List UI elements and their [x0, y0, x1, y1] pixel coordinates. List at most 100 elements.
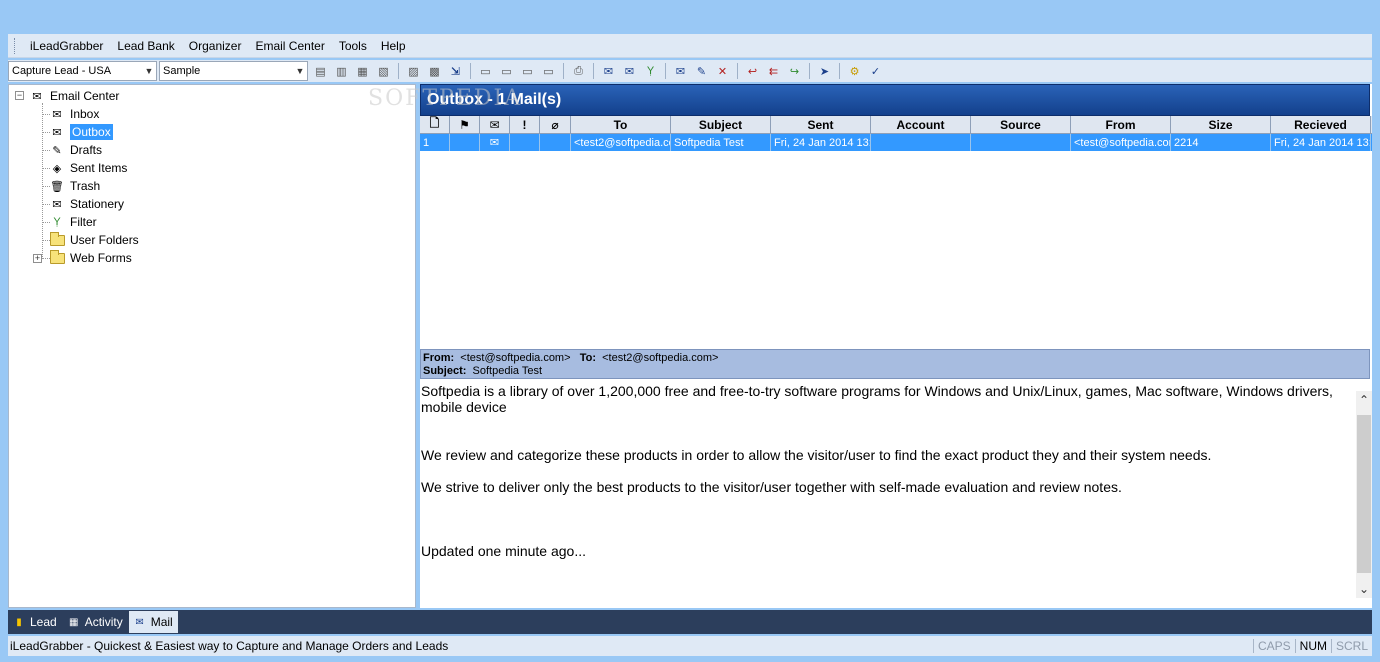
- column-source[interactable]: Source: [971, 116, 1071, 133]
- merge-lead-icon[interactable]: ▩: [424, 61, 445, 81]
- folder-icon: [49, 249, 65, 265]
- to-value: <test2@softpedia.com>: [602, 352, 719, 364]
- tree-item-label: Filter: [70, 215, 97, 229]
- column-sent[interactable]: Sent: [771, 116, 871, 133]
- folder-tree: − ✉ Email Center ✉ Inbox ✉ Outbox ✎ Draf…: [8, 84, 416, 608]
- menu-help[interactable]: Help: [374, 34, 413, 58]
- print-icon[interactable]: ⎙: [568, 61, 589, 81]
- tree-item-trash[interactable]: 🗑 Trash: [49, 177, 100, 195]
- column-account[interactable]: Account: [871, 116, 971, 133]
- spell-check-icon[interactable]: ✓: [865, 61, 886, 81]
- attachment-icon[interactable]: ⌀: [540, 116, 571, 133]
- copy-lead-icon[interactable]: ▨: [403, 61, 424, 81]
- tree-item-drafts[interactable]: ✎ Drafts: [49, 141, 102, 159]
- capture-lead-combo[interactable]: Capture Lead - USA ▼: [8, 61, 157, 81]
- folder-icon: [49, 231, 65, 247]
- reply-icon[interactable]: ↩: [742, 61, 763, 81]
- filter-icon[interactable]: Ỵ: [640, 61, 661, 81]
- toolbar-separator: [563, 63, 564, 79]
- column-to[interactable]: To: [571, 116, 671, 133]
- tab-label: Lead: [30, 615, 57, 629]
- preview-scrollbar[interactable]: ⌃ ⌄: [1356, 391, 1372, 598]
- mail-status-icon: ✉: [480, 134, 510, 151]
- toolbar-separator: [665, 63, 666, 79]
- save-lead-icon[interactable]: ▦: [352, 61, 373, 81]
- new-mail-icon[interactable]: ✉: [670, 61, 691, 81]
- delete-mail-icon[interactable]: ✕: [712, 61, 733, 81]
- column-from[interactable]: From: [1071, 116, 1171, 133]
- chevron-down-icon[interactable]: ▼: [293, 62, 307, 80]
- tree-item-label: Trash: [70, 179, 101, 193]
- tree-root-email-center[interactable]: ✉ Email Center: [29, 87, 119, 105]
- lead-icon: ▮: [16, 616, 22, 628]
- tree-item-web-forms[interactable]: Web Forms: [49, 249, 132, 267]
- page-icon[interactable]: 🗋: [420, 116, 450, 133]
- from-value: <test@softpedia.com>: [460, 352, 571, 364]
- preview-header: From: <test@softpedia.com> To: <test2@so…: [420, 349, 1370, 379]
- delete-folder-icon[interactable]: ▭: [538, 61, 559, 81]
- capture-lead-combo-value: Capture Lead - USA: [12, 65, 112, 77]
- tree-item-sent-items[interactable]: ◈ Sent Items: [49, 159, 128, 177]
- scrl-indicator: SCRL: [1330, 639, 1372, 653]
- message-body[interactable]: Softpedia is a library of over 1,200,000…: [420, 381, 1356, 606]
- view-tabs: ▮ Lead ▦ Activity ✉ Mail: [8, 610, 1372, 634]
- mail-icon: ✉: [135, 616, 144, 628]
- tree-item-user-folders[interactable]: User Folders: [49, 231, 139, 249]
- menu-email-center[interactable]: Email Center: [248, 34, 331, 58]
- tree-item-inbox[interactable]: ✉ Inbox: [49, 105, 99, 123]
- collapse-icon[interactable]: −: [15, 91, 24, 100]
- tree-item-label: User Folders: [70, 233, 139, 247]
- forward-icon[interactable]: ↪: [784, 61, 805, 81]
- sample-combo[interactable]: Sample ▼: [159, 61, 308, 81]
- chevron-down-icon[interactable]: ▼: [142, 62, 156, 80]
- flag-icon[interactable]: ⚑: [450, 116, 480, 133]
- caps-indicator: CAPS: [1252, 639, 1295, 653]
- check-mail-icon[interactable]: ✉: [619, 61, 640, 81]
- column-received[interactable]: Recieved: [1271, 116, 1371, 133]
- cell-sent: Fri, 24 Jan 2014 13:: [771, 134, 871, 151]
- new-folder-icon[interactable]: ▭: [475, 61, 496, 81]
- column-subject[interactable]: Subject: [671, 116, 771, 133]
- tree-item-filter[interactable]: Ỵ Filter: [49, 213, 97, 231]
- menubar-grip[interactable]: [14, 37, 17, 54]
- tree-item-label: Stationery: [70, 197, 125, 211]
- filter-icon: Ỵ: [53, 216, 61, 228]
- window-titlebar: [0, 0, 1380, 34]
- cell-size: 2214: [1171, 134, 1271, 151]
- tab-lead[interactable]: ▮ Lead: [8, 611, 62, 633]
- row-number: 1: [420, 134, 450, 151]
- tree-item-label: Drafts: [70, 143, 103, 157]
- open-folder-icon[interactable]: ▭: [496, 61, 517, 81]
- table-row[interactable]: 1 ✉ <test2@softpedia.com> Softpedia Test…: [420, 134, 1372, 151]
- edit-lead-icon[interactable]: ▥: [331, 61, 352, 81]
- menu-tools[interactable]: Tools: [332, 34, 374, 58]
- column-size[interactable]: Size: [1171, 116, 1271, 133]
- tree-item-outbox[interactable]: ✉ Outbox: [49, 123, 113, 141]
- tab-activity[interactable]: ▦ Activity: [63, 611, 128, 633]
- envelope-icon[interactable]: ✉: [480, 116, 510, 133]
- to-label: To:: [579, 352, 596, 364]
- settings-gear-icon[interactable]: ⚙: [844, 61, 865, 81]
- scroll-thumb[interactable]: [1357, 415, 1371, 573]
- expand-icon[interactable]: +: [33, 254, 42, 263]
- cell-subject: Softpedia Test: [671, 134, 771, 151]
- new-lead-icon[interactable]: ▤: [310, 61, 331, 81]
- delete-lead-icon[interactable]: ▧: [373, 61, 394, 81]
- menu-organizer[interactable]: Organizer: [182, 34, 249, 58]
- priority-icon[interactable]: !: [510, 116, 540, 133]
- edit-mail-icon[interactable]: ✎: [691, 61, 712, 81]
- menu-bar: iLeadGrabber Lead Bank Organizer Email C…: [8, 34, 1372, 58]
- send-receive-icon[interactable]: ✉: [598, 61, 619, 81]
- edit-folder-icon[interactable]: ▭: [517, 61, 538, 81]
- tab-mail[interactable]: ✉ Mail: [128, 611, 178, 633]
- chevron-up-icon[interactable]: ⌃: [1356, 391, 1372, 409]
- tree-item-stationery[interactable]: ✉ Stationery: [49, 195, 124, 213]
- body-paragraph: Softpedia is a library of over 1,200,000…: [421, 383, 1333, 415]
- drafts-icon: ✎: [52, 144, 62, 157]
- chevron-down-icon[interactable]: ⌄: [1356, 580, 1372, 598]
- reply-all-icon[interactable]: ⇇: [763, 61, 784, 81]
- import-icon[interactable]: ⇲: [445, 61, 466, 81]
- menu-lead-bank[interactable]: Lead Bank: [110, 34, 181, 58]
- send-icon[interactable]: ➤: [814, 61, 835, 81]
- menu-ileadgrabber[interactable]: iLeadGrabber: [23, 34, 110, 58]
